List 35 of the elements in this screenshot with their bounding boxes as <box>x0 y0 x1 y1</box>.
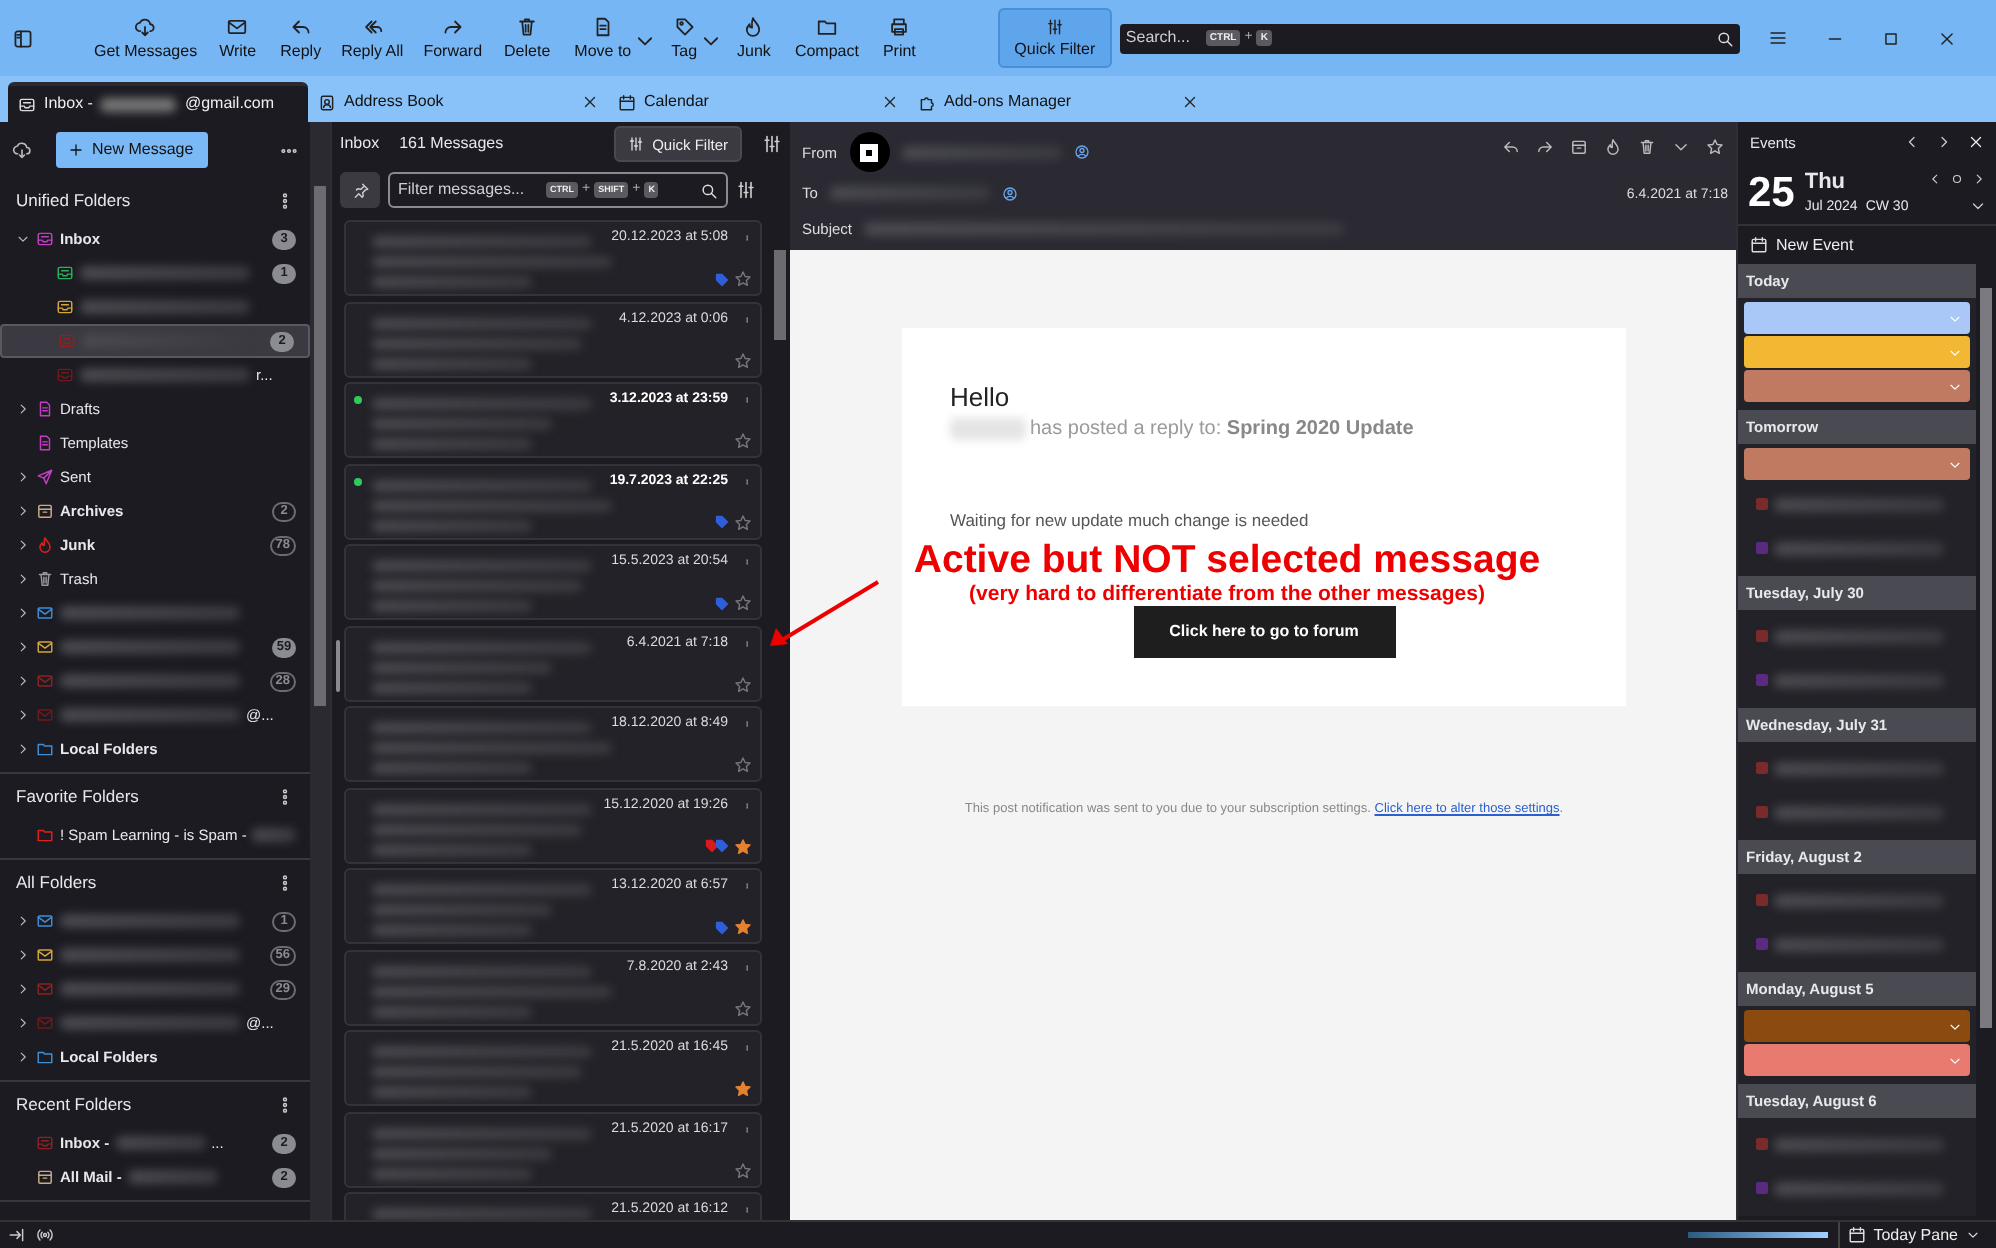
day-number: 25 <box>1748 167 1795 219</box>
annotation-subtitle: (very hard to differentiate from the other messages) <box>967 582 1487 609</box>
tab[interactable]: Inbox - @gmail.com <box>8 82 308 122</box>
reply-notice: has posted a reply to: Spring 2020 Update <box>1030 417 1414 442</box>
forum-button[interactable]: Click here to go to forum <box>1133 605 1395 658</box>
toolbar-button[interactable]: Tag <box>661 11 728 65</box>
search-input[interactable]: Search... <box>1125 28 1206 48</box>
today-pane-button[interactable]: Today Pane <box>1837 1221 1988 1248</box>
toolbar-button[interactable]: Forward <box>413 11 493 65</box>
filter-input[interactable]: Filter messages... <box>398 180 546 200</box>
toolbar-button[interactable]: Reply All <box>331 11 414 65</box>
toolbar-button[interactable]: Delete <box>494 11 561 65</box>
weekday: Thu <box>1804 169 1848 196</box>
section-title: Unified Folders <box>16 189 131 211</box>
toolbar-button[interactable]: Print <box>872 11 926 65</box>
annotation-title: Active but NOT selected message <box>911 540 1543 583</box>
section-title: Favorite Folders <box>16 785 139 807</box>
message-text: Waiting for new update much change is needed <box>950 509 1311 530</box>
toolbar-button[interactable]: Compact <box>784 11 869 65</box>
toolbar-button[interactable]: Junk <box>727 11 781 65</box>
quick-filter-button[interactable]: Quick Filter <box>997 8 1112 68</box>
folder-title: Inbox <box>340 134 380 154</box>
toolbar-button[interactable]: Get Messages <box>84 11 208 65</box>
tab[interactable]: Add-ons Manager <box>908 82 1208 122</box>
section-title: All Folders <box>16 871 97 893</box>
toolbar-button[interactable]: Move to <box>564 11 662 65</box>
tab[interactable]: Calendar <box>608 82 908 122</box>
message-count: 161 Messages <box>399 134 504 154</box>
new-event-button[interactable]: New Event <box>1738 226 1996 264</box>
toolbar-button[interactable]: Reply <box>270 11 332 65</box>
greeting: Hello <box>950 382 1012 414</box>
new-message-button[interactable]: New Message <box>56 132 208 168</box>
toolbar-button[interactable]: Write <box>209 11 267 65</box>
tab[interactable]: Address Book <box>308 82 608 122</box>
section-title: Recent Folders <box>16 1093 132 1115</box>
